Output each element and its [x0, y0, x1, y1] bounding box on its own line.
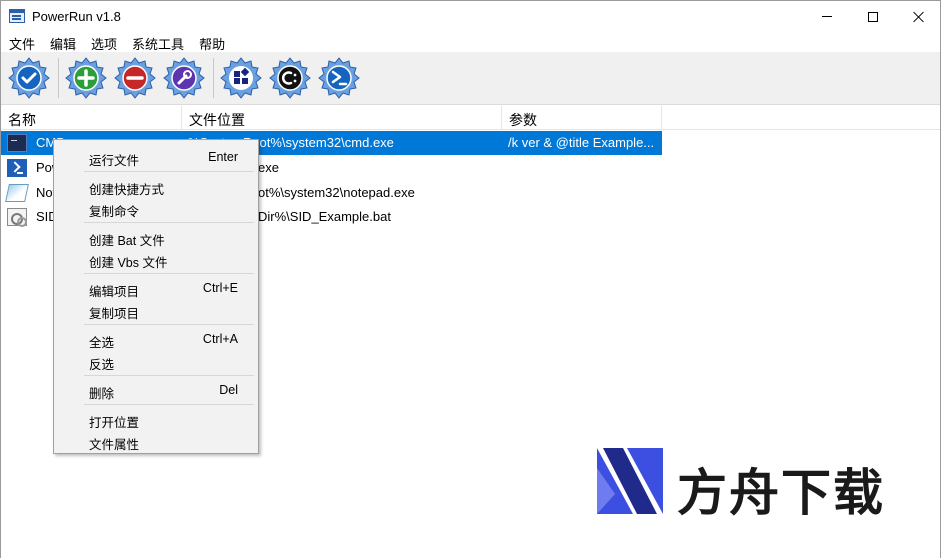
toolbar [1, 52, 940, 105]
list-header: 名称 文件位置 参数 [1, 106, 940, 130]
menu-item-label: 文件属性 [89, 438, 140, 452]
close-button[interactable] [896, 1, 941, 32]
menu-separator [84, 404, 254, 405]
menu-file[interactable]: 文件 [1, 32, 42, 52]
menu-item-label: 复制项目 [89, 307, 140, 321]
toolbar-separator [58, 58, 59, 98]
minimize-button[interactable] [804, 1, 850, 32]
menu-separator [84, 222, 254, 223]
close-icon [913, 11, 925, 23]
menu-separator [84, 171, 254, 172]
system-tools-button[interactable] [219, 56, 263, 100]
menu-item-delete[interactable]: 删除 Del [56, 379, 256, 401]
run-check-button[interactable] [7, 56, 51, 100]
menu-item-shortcut: Enter [208, 150, 238, 164]
menu-item-run-file[interactable]: 运行文件 Enter [56, 146, 256, 168]
cmd-button[interactable] [268, 56, 312, 100]
menu-item-label: 创建 Bat 文件 [89, 234, 165, 248]
menu-item-create-vbs[interactable]: 创建 Vbs 文件 [56, 248, 256, 270]
menu-item-shortcut: Ctrl+A [202, 332, 238, 346]
title-bar[interactable]: PowerRun v1.8 [1, 1, 940, 32]
menu-separator [84, 375, 254, 376]
powershell-gear-icon [318, 57, 360, 99]
checkmark-gear-icon [8, 57, 50, 99]
cmd-gear-icon [269, 57, 311, 99]
edit-button[interactable] [162, 56, 206, 100]
menu-item-label: 运行文件 [89, 154, 140, 168]
maximize-icon [868, 11, 878, 22]
menu-item-label: 反选 [89, 358, 115, 372]
row-path: Dir%\SID_Example.bat [258, 209, 391, 224]
menu-item-select-all[interactable]: 全选 Ctrl+A [56, 328, 256, 350]
menu-item-label: 创建快捷方式 [89, 183, 165, 197]
apps-gear-icon [220, 57, 262, 99]
menu-bar: 文件 编辑 选项 系统工具 帮助 [1, 32, 940, 52]
add-button[interactable] [64, 56, 108, 100]
menu-item-label: 打开位置 [89, 416, 140, 430]
toolbar-separator [213, 58, 214, 98]
cmd-icon [7, 134, 27, 152]
watermark-logo-icon [597, 448, 663, 514]
menu-edit[interactable]: 编辑 [42, 32, 83, 52]
minimize-icon [822, 16, 832, 17]
context-menu: 运行文件 Enter 创建快捷方式 复制命令 创建 Bat 文件 创建 Vbs … [53, 139, 259, 454]
menu-item-label: 复制命令 [89, 205, 140, 219]
notepad-icon [5, 184, 29, 202]
menu-item-open-location[interactable]: 打开位置 [56, 408, 256, 430]
watermark-text: 方舟下载 [677, 464, 885, 522]
app-window: PowerRun v1.8 文件 编辑 选项 系统工具 帮助 名称 文件位置 参… [0, 0, 941, 558]
column-header-path[interactable]: 文件位置 [182, 106, 502, 130]
menu-item-invert-selection[interactable]: 反选 [56, 350, 256, 372]
menu-item-label: 删除 [89, 387, 115, 401]
menu-item-create-shortcut[interactable]: 创建快捷方式 [56, 175, 256, 197]
menu-help[interactable]: 帮助 [191, 32, 232, 52]
wrench-gear-icon [163, 57, 205, 99]
menu-item-shortcut: Del [219, 383, 238, 397]
menu-item-label: 创建 Vbs 文件 [89, 256, 168, 270]
menu-options[interactable]: 选项 [83, 32, 124, 52]
column-header-args[interactable]: 参数 [502, 106, 662, 130]
powershell-button[interactable] [317, 56, 361, 100]
row-path: exe [258, 160, 279, 175]
remove-button[interactable] [113, 56, 157, 100]
powershell-icon [7, 159, 27, 177]
batch-file-icon [7, 208, 27, 227]
menu-item-create-bat[interactable]: 创建 Bat 文件 [56, 226, 256, 248]
menu-item-copy[interactable]: 复制项目 [56, 299, 256, 321]
menu-separator [84, 324, 254, 325]
menu-item-label: 全选 [89, 336, 115, 350]
minus-gear-icon [114, 57, 156, 99]
menu-system-tools[interactable]: 系统工具 [124, 32, 191, 52]
maximize-button[interactable] [850, 1, 896, 32]
menu-item-label: 编辑项目 [89, 285, 140, 299]
row-path: ot%\system32\notepad.exe [258, 185, 415, 200]
app-icon [9, 9, 25, 23]
column-header-name[interactable]: 名称 [1, 106, 182, 130]
menu-separator [84, 273, 254, 274]
menu-item-edit[interactable]: 编辑项目 Ctrl+E [56, 277, 256, 299]
menu-item-shortcut: Ctrl+E [202, 281, 238, 295]
plus-gear-icon [65, 57, 107, 99]
menu-item-copy-command[interactable]: 复制命令 [56, 197, 256, 219]
row-args: /k ver & @title Example... [508, 135, 655, 150]
menu-item-file-properties[interactable]: 文件属性 [56, 430, 256, 452]
window-title: PowerRun v1.8 [32, 9, 121, 24]
